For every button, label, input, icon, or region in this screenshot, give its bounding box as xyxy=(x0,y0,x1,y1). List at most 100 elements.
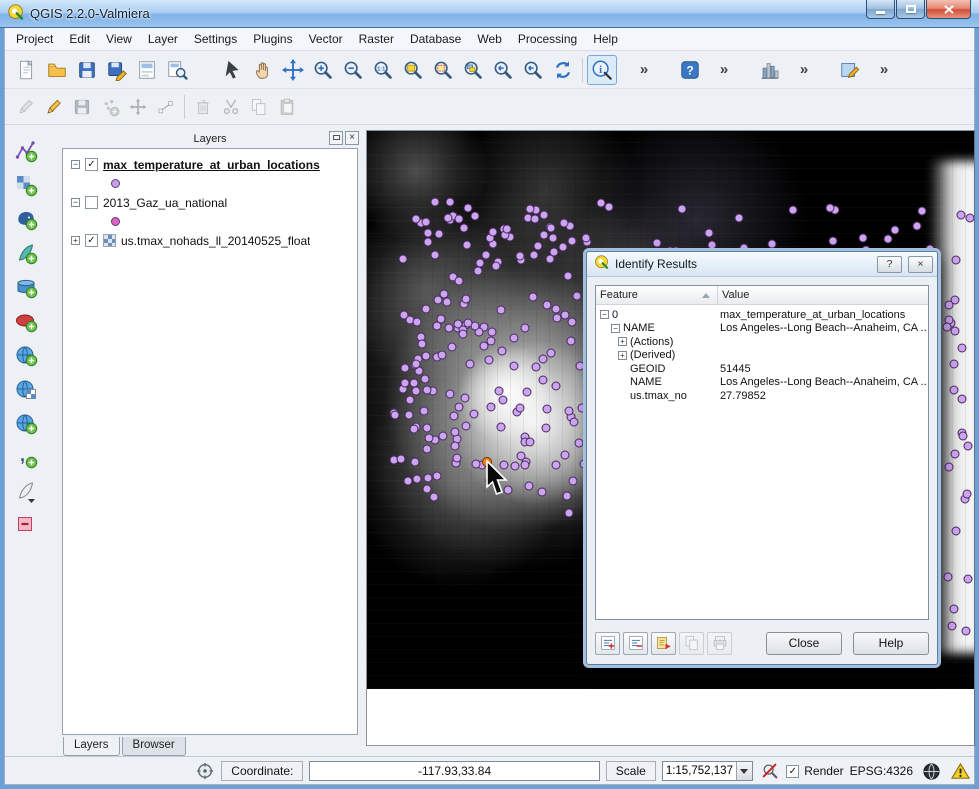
close-button-dialog[interactable]: Close xyxy=(766,631,842,655)
tab-layers[interactable]: Layers xyxy=(63,737,120,756)
menu-project[interactable]: Project xyxy=(8,29,61,49)
open-project-button[interactable] xyxy=(42,55,72,85)
raster-overflow-button[interactable]: » xyxy=(789,55,819,85)
expand-icon[interactable]: + xyxy=(618,350,627,360)
result-row[interactable]: us.tmax_no 27.79852 xyxy=(596,389,928,403)
collapse-icon[interactable]: − xyxy=(71,160,80,169)
menu-vector[interactable]: Vector xyxy=(301,29,351,49)
print-response-button[interactable] xyxy=(707,631,732,655)
identify-button[interactable]: i xyxy=(587,54,617,85)
value-column-header[interactable]: Value xyxy=(718,286,928,304)
menu-settings[interactable]: Settings xyxy=(186,29,245,49)
layer-item[interactable]: + ✓ us.tmax_nohads_ll_20140525_float xyxy=(63,230,357,251)
scale-combobox[interactable]: 1:15,752,137 xyxy=(661,761,753,781)
result-row[interactable]: GEOID 51445 xyxy=(596,362,928,376)
panel-close-button[interactable]: × xyxy=(345,131,359,145)
expand-new-results-button[interactable] xyxy=(651,631,676,655)
refresh-map-button[interactable] xyxy=(548,55,578,85)
copy-features-button[interactable] xyxy=(245,93,273,121)
layer-item[interactable]: − 2013_Gaz_ua_national xyxy=(63,192,357,213)
collapse-icon[interactable]: − xyxy=(71,198,80,207)
result-row[interactable]: + (Actions) xyxy=(596,335,928,349)
menu-plugins[interactable]: Plugins xyxy=(245,29,300,49)
collapse-icon[interactable]: − xyxy=(600,310,609,320)
move-feature-button[interactable] xyxy=(124,93,152,121)
new-project-button[interactable] xyxy=(12,55,42,85)
node-tool-button[interactable] xyxy=(152,93,180,121)
expand-icon[interactable]: + xyxy=(71,236,80,245)
help-overflow-button[interactable]: » xyxy=(709,55,739,85)
digitizing-overflow-button[interactable]: » xyxy=(869,55,899,85)
stop-rendering-icon[interactable] xyxy=(759,760,780,782)
add-delimited-text-button[interactable]: , xyxy=(10,442,42,472)
result-row[interactable]: − NAME Los Angeles--Long Beach--Anaheim, C… xyxy=(596,322,928,336)
layer-name[interactable]: us.tmax_nohads_ll_20140525_float xyxy=(121,234,310,248)
dialog-close-button[interactable]: × xyxy=(908,255,933,273)
menu-edit[interactable]: Edit xyxy=(61,29,98,49)
pan-to-selection-button[interactable] xyxy=(278,55,308,85)
add-feature-button[interactable] xyxy=(96,93,124,121)
copy-feature-button[interactable] xyxy=(679,631,704,655)
result-row[interactable]: NAME Los Angeles--Long Beach--Anaheim, CA… xyxy=(596,376,928,390)
new-composer-button[interactable] xyxy=(132,55,162,85)
toggle-editing-button[interactable] xyxy=(40,93,68,121)
delete-selected-button[interactable] xyxy=(189,93,217,121)
layer-visibility-checkbox[interactable]: ✓ xyxy=(85,234,98,247)
tab-browser[interactable]: Browser xyxy=(121,737,186,756)
help-button-dialog[interactable]: Help xyxy=(853,631,929,655)
menu-processing[interactable]: Processing xyxy=(510,29,585,49)
layer-visibility-checkbox[interactable]: ✓ xyxy=(85,158,98,171)
pan-map-button[interactable] xyxy=(248,55,278,85)
scale-dropdown-arrow[interactable] xyxy=(735,762,752,780)
add-wcs-layer-button[interactable] xyxy=(10,374,42,404)
mouse-position-tracker-button[interactable] xyxy=(194,760,215,782)
add-oracle-layer-button[interactable] xyxy=(10,306,42,336)
layer-item[interactable]: − ✓ max_temperature_at_urban_locations xyxy=(63,154,357,175)
feature-column-header[interactable]: Feature xyxy=(596,286,718,304)
raster-histogram-button[interactable] xyxy=(755,55,785,85)
layer-name[interactable]: max_temperature_at_urban_locations xyxy=(103,158,320,172)
expand-icon[interactable]: + xyxy=(618,337,627,347)
crs-status-button[interactable] xyxy=(920,760,942,782)
layer-name[interactable]: 2013_Gaz_ua_national xyxy=(103,196,227,210)
add-wfs-layer-button[interactable] xyxy=(10,408,42,438)
help-button[interactable]: ? xyxy=(675,55,705,85)
touch-zoom-button[interactable] xyxy=(218,55,248,85)
remove-layer-button[interactable] xyxy=(10,510,42,540)
expand-tree-button[interactable] xyxy=(595,631,620,655)
collapse-tree-button[interactable] xyxy=(623,631,648,655)
dialog-title-bar[interactable]: Identify Results ? × xyxy=(587,252,937,277)
cut-features-button[interactable] xyxy=(217,93,245,121)
zoom-next-button[interactable] xyxy=(518,55,548,85)
menu-layer[interactable]: Layer xyxy=(140,29,186,49)
save-project-button[interactable] xyxy=(72,55,102,85)
zoom-to-selection-button[interactable] xyxy=(428,55,458,85)
menu-database[interactable]: Database xyxy=(402,29,469,49)
composer-manager-button[interactable] xyxy=(162,55,192,85)
add-wms-layer-button[interactable] xyxy=(10,340,42,370)
add-vector-layer-button[interactable] xyxy=(10,136,42,166)
collapse-icon[interactable]: − xyxy=(611,323,620,333)
zoom-full-button[interactable] xyxy=(398,55,428,85)
save-project-as-button[interactable] xyxy=(102,55,132,85)
zoom-to-layer-button[interactable] xyxy=(458,55,488,85)
advanced-digitizing-button[interactable] xyxy=(835,55,865,85)
zoom-native-button[interactable]: 1:1 xyxy=(368,55,398,85)
layer-visibility-checkbox[interactable] xyxy=(85,196,98,209)
zoom-in-button[interactable] xyxy=(308,55,338,85)
maximize-button[interactable] xyxy=(896,0,925,19)
add-raster-layer-button[interactable] xyxy=(10,170,42,200)
minimize-button[interactable] xyxy=(866,0,895,19)
dialog-help-button[interactable]: ? xyxy=(877,255,902,273)
current-edits-button[interactable] xyxy=(12,93,40,121)
render-checkbox[interactable]: ✓ xyxy=(786,764,800,778)
zoom-last-button[interactable] xyxy=(488,55,518,85)
paste-features-button[interactable] xyxy=(273,93,301,121)
menu-view[interactable]: View xyxy=(98,29,140,49)
close-button[interactable] xyxy=(926,0,971,19)
add-spatialite-layer-button[interactable] xyxy=(10,238,42,268)
save-layer-edits-button[interactable] xyxy=(68,93,96,121)
zoom-out-button[interactable] xyxy=(338,55,368,85)
result-row[interactable]: −0 max_temperature_at_urban_locations xyxy=(596,308,928,322)
title-bar[interactable]: QGIS 2.2.0-Valmiera xyxy=(0,0,979,28)
